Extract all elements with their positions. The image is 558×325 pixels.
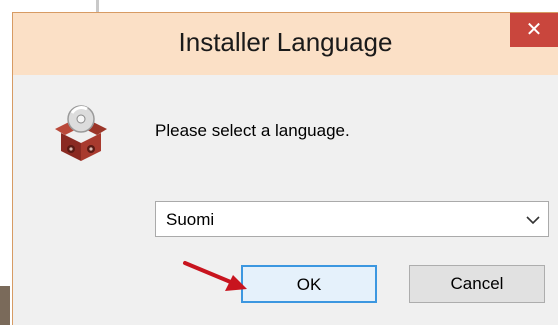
background-window-fragment (0, 286, 10, 325)
dialog-title: Installer Language (178, 27, 393, 57)
background-window-edge (96, 0, 99, 12)
select-language-prompt: Please select a language. (155, 121, 350, 140)
chevron-down-icon[interactable] (524, 211, 542, 229)
language-select-value: Suomi (166, 210, 215, 229)
ok-button[interactable]: OK (241, 265, 377, 303)
red-arrow-icon (183, 261, 247, 291)
background-window (0, 0, 12, 325)
language-select[interactable]: Suomi (155, 201, 549, 237)
installer-box-icon (55, 105, 107, 161)
cancel-button[interactable]: Cancel (409, 265, 545, 303)
dialog-content: Please select a language. Suomi OK Cance… (13, 75, 558, 325)
close-button[interactable]: ✕ (510, 13, 558, 47)
installer-language-dialog: Installer Language ✕ Please select a lan… (12, 12, 558, 325)
title-bar[interactable]: Installer Language ✕ (13, 13, 558, 75)
